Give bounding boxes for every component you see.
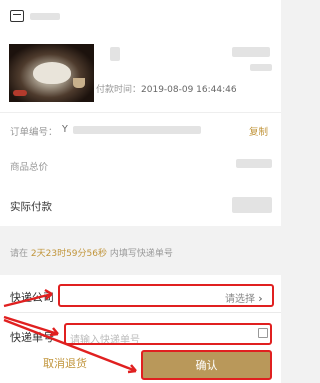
courier-highlight xyxy=(58,284,274,307)
total-price-redacted xyxy=(236,159,272,168)
order-number-prefix: Y xyxy=(62,124,68,135)
store-icon xyxy=(10,10,24,22)
store-name-redacted xyxy=(30,13,60,20)
product-qty-redacted xyxy=(250,64,272,71)
paid-amount-redacted xyxy=(232,197,272,213)
cancel-return-button[interactable]: 取消退货 xyxy=(43,355,87,371)
order-number-redacted xyxy=(73,126,201,134)
order-number-label: 订单编号： xyxy=(10,127,58,138)
product-thumbnail[interactable] xyxy=(9,44,94,102)
tracking-label: 快递单号 xyxy=(10,331,54,344)
countdown-timer: 2天23时59分56秒 xyxy=(30,249,107,259)
product-title-redacted xyxy=(110,47,120,61)
order-card: 付款时间：2019-08-09 16:44:46 订单编号： Y 复制 商品总价… xyxy=(0,0,281,213)
payment-time: 付款时间：2019-08-09 16:44:46 xyxy=(96,82,237,95)
courier-label: 快递公司 xyxy=(10,291,54,304)
copy-button[interactable]: 复制 xyxy=(249,124,268,138)
product-price-redacted xyxy=(232,47,270,57)
paid-amount-label: 实际付款 xyxy=(10,201,52,213)
confirm-button-label: 确认 xyxy=(195,359,218,372)
confirm-button[interactable]: 确认 xyxy=(141,350,272,380)
deadline-notice: 请在 2天23时59分56秒 内填写快递单号 xyxy=(10,246,173,259)
notice-suffix: 内填写快递单号 xyxy=(109,249,173,259)
notice-prefix: 请在 xyxy=(10,249,29,259)
payment-time-value: 2019-08-09 16:44:46 xyxy=(141,85,237,95)
total-price-label: 商品总价 xyxy=(10,162,49,173)
payment-time-label: 付款时间： xyxy=(96,85,142,95)
tracking-highlight xyxy=(64,323,272,345)
